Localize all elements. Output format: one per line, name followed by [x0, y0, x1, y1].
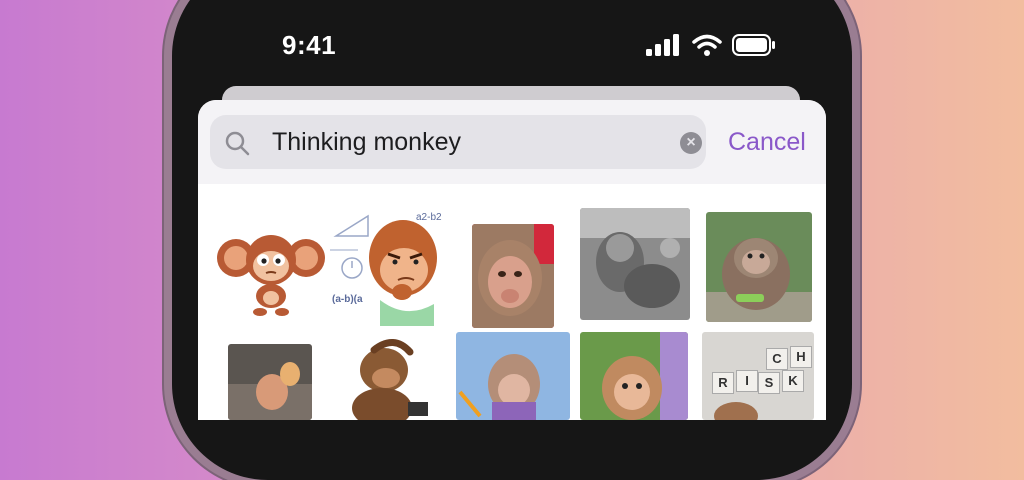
- sticker-grid: a2-b2 (a-b)(a R I S K C H: [198, 184, 826, 420]
- sticker-monkey-grass[interactable]: [580, 332, 688, 420]
- sticker-monkey-eating[interactable]: [706, 212, 812, 322]
- sticker-cartoon-monkey[interactable]: [216, 220, 326, 320]
- sticker-macaque-face[interactable]: [472, 224, 554, 328]
- sticker-math-monkey[interactable]: a2-b2 (a-b)(a: [328, 208, 452, 326]
- search-input[interactable]: Thinking monkey ×: [210, 115, 706, 169]
- search-bar: Thinking monkey × Cancel: [198, 100, 826, 184]
- sticker-monkey-couch[interactable]: [228, 344, 312, 420]
- wifi-icon: [692, 34, 722, 61]
- status-bar: 9:41: [0, 0, 1024, 100]
- sticker-gray-monkey[interactable]: [580, 208, 690, 320]
- sticker-monkey-blue[interactable]: [456, 332, 570, 420]
- sticker-thinking-ape[interactable]: [334, 330, 434, 420]
- status-icons: [646, 34, 776, 58]
- battery-icon: [732, 34, 776, 61]
- status-time: 9:41: [282, 30, 337, 60]
- math-sticker-text: (a-b)(a: [332, 294, 363, 305]
- search-icon: [224, 130, 250, 156]
- cancel-button[interactable]: Cancel: [728, 128, 806, 157]
- sticker-risk-blocks[interactable]: R I S K C H: [702, 332, 814, 420]
- search-query: Thinking monkey: [272, 128, 461, 156]
- math-sticker-tag: a2-b2: [416, 212, 442, 223]
- sticker-search-sheet: Thinking monkey × Cancel a2-b2 (a-b)(a R…: [198, 100, 826, 420]
- signal-icon: [646, 34, 680, 61]
- clear-icon[interactable]: ×: [680, 132, 702, 154]
